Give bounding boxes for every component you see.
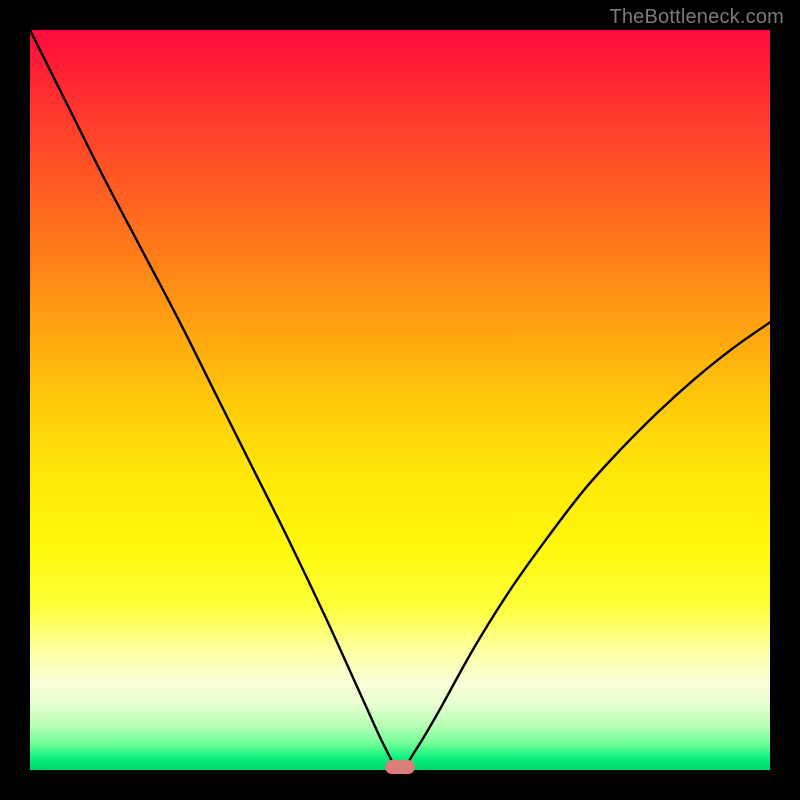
optimal-marker [385, 760, 415, 774]
chart-frame: TheBottleneck.com [0, 0, 800, 800]
plot-area [30, 30, 770, 770]
bottleneck-curve-path [30, 30, 770, 770]
curve-svg [30, 30, 770, 770]
watermark-text: TheBottleneck.com [609, 6, 784, 29]
